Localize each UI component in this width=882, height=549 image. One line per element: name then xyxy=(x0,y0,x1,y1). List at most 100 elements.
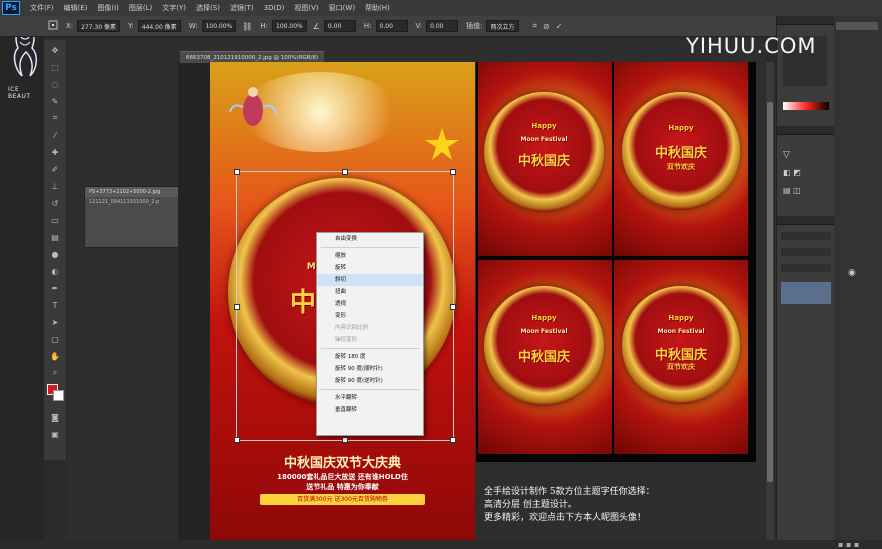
transform-handle-bottom[interactable] xyxy=(342,437,348,443)
transform-handle-tr[interactable] xyxy=(450,169,456,175)
w-label: W: xyxy=(188,22,198,30)
logo-text: ICE BEAUT xyxy=(8,86,31,100)
lasso-icon[interactable]: ◌ xyxy=(48,77,62,91)
h-field[interactable]: 100.00% xyxy=(272,20,307,32)
menu-rotate[interactable]: 旋转 xyxy=(317,262,423,274)
interp-select[interactable]: 两次立方 xyxy=(486,20,519,32)
screen-mode-icon[interactable]: ▣ xyxy=(48,427,62,441)
menu-scale[interactable]: 缩放 xyxy=(317,250,423,262)
x-label: X: xyxy=(66,22,74,30)
eyedropper-icon[interactable]: ⁄ xyxy=(48,128,62,142)
transform-handle-top[interactable] xyxy=(342,169,348,175)
x-field[interactable]: 277.30 像素 xyxy=(77,20,121,32)
menu-edit[interactable]: 编辑(E) xyxy=(64,3,88,13)
menu-view[interactable]: 视图(V) xyxy=(294,3,318,13)
layers-blend-mode[interactable] xyxy=(781,232,831,240)
blur-icon[interactable]: ● xyxy=(48,247,62,261)
curves-icon[interactable]: ▤ ◫ xyxy=(783,186,801,195)
thumb-coin: Happy Moon Festival 中秋国庆 xyxy=(484,286,604,406)
pen-icon[interactable]: ✒ xyxy=(48,281,62,295)
quick-select-icon[interactable]: ✎ xyxy=(48,94,62,108)
zoom-icon[interactable]: ⌕ xyxy=(48,366,62,380)
transform-handle-tl[interactable] xyxy=(234,169,240,175)
menu-skew[interactable]: 斜切 xyxy=(317,274,423,286)
stamp-icon[interactable]: ⊥ xyxy=(48,179,62,193)
menu-help[interactable]: 帮助(H) xyxy=(365,3,390,13)
dodge-icon[interactable]: ◐ xyxy=(48,264,62,278)
panel-header xyxy=(777,16,835,25)
panel-header xyxy=(777,126,835,135)
layers-opacity[interactable] xyxy=(781,248,831,256)
thumb-main: 中秋国庆 xyxy=(517,350,570,365)
transform-handle-left[interactable] xyxy=(234,304,240,310)
w-field[interactable]: 100.00% xyxy=(201,20,237,32)
vertical-scrollbar[interactable] xyxy=(766,62,774,540)
reference-point-icon[interactable] xyxy=(48,20,58,32)
poster-title: 中秋国庆双节大庆典 xyxy=(283,456,401,471)
transform-handle-br[interactable] xyxy=(450,437,456,443)
cancel-icon[interactable]: ⊘ xyxy=(543,22,550,31)
gradient-icon[interactable]: ▤ xyxy=(48,230,62,244)
floating-document-window[interactable]: PS+3773+2102+5000-2.jpg 121121_094111931… xyxy=(84,186,180,248)
healing-icon[interactable]: ✚ xyxy=(48,145,62,159)
photoshop-logo: Ps xyxy=(2,1,20,15)
adjustment-icon[interactable]: ▽ xyxy=(783,150,790,160)
menu-layer[interactable]: 图层(L) xyxy=(129,3,152,13)
menu-file[interactable]: 文件(F) xyxy=(30,3,54,13)
menu-perspective[interactable]: 透视 xyxy=(317,298,423,310)
commit-icon[interactable]: ✓ xyxy=(556,22,563,31)
crop-icon[interactable]: ⌗ xyxy=(48,111,62,125)
menu-distort[interactable]: 扭曲 xyxy=(317,286,423,298)
transform-handle-right[interactable] xyxy=(450,304,456,310)
thumb-main: 中秋国庆 xyxy=(517,154,570,169)
angle-field[interactable]: 0.00 xyxy=(323,20,356,32)
menu-3d[interactable]: 3D(D) xyxy=(264,4,285,12)
menu-rotate-90-cw[interactable]: 旋转 90 度(顺时针) xyxy=(317,363,423,375)
menu-free-transform[interactable]: 自由变换 xyxy=(317,233,423,245)
background-color[interactable] xyxy=(53,390,64,401)
menu-flip-vertical[interactable]: 垂直翻转 xyxy=(317,404,423,416)
color-swatches[interactable] xyxy=(47,384,64,406)
interp-label: 插值: xyxy=(466,22,483,30)
menu-window[interactable]: 窗口(W) xyxy=(329,3,355,13)
menu-image[interactable]: 图像(I) xyxy=(97,3,119,13)
warp-icon[interactable]: ⌗ xyxy=(533,21,538,31)
path-select-icon[interactable]: ➤ xyxy=(48,315,62,329)
link-icon[interactable]: ⛓ xyxy=(242,22,252,31)
workspace-select[interactable] xyxy=(836,22,878,30)
scrollbar-thumb[interactable] xyxy=(767,102,773,482)
menu-select[interactable]: 选择(S) xyxy=(196,3,220,13)
menu-rotate-90-ccw[interactable]: 旋转 90 度(逆时针) xyxy=(317,375,423,387)
color-ramp[interactable] xyxy=(783,102,829,110)
brush-icon[interactable]: ✐ xyxy=(48,162,62,176)
vskew-field[interactable]: 0.00 xyxy=(426,20,459,32)
right-panel-dock: ◉ ▪ ▪ ▪ xyxy=(834,16,882,549)
hskew-field[interactable]: 0.00 xyxy=(375,20,408,32)
type-icon[interactable]: T xyxy=(48,298,62,312)
poster-line1: 180000套礼品巨大放送 还有谁HOLD住 xyxy=(277,473,408,481)
thumbnail-grid: Happy Moon Festival 中秋国庆 Happy 中秋国庆 双节欢庆… xyxy=(476,62,756,462)
thumb-happy: Happy xyxy=(531,122,557,130)
eraser-icon[interactable]: ▭ xyxy=(48,213,62,227)
levels-icon[interactable]: ◧ ◩ xyxy=(783,168,801,177)
eye-icon[interactable]: ◉ xyxy=(848,268,856,278)
shape-icon[interactable]: ▢ xyxy=(48,332,62,346)
move-icon[interactable]: ✥ xyxy=(48,43,62,57)
transform-handle-bl[interactable] xyxy=(234,437,240,443)
menu-rotate-180[interactable]: 旋转 180 度 xyxy=(317,351,423,363)
marquee-icon[interactable]: ⬚ xyxy=(48,60,62,74)
layer-row-selected[interactable] xyxy=(781,282,831,304)
trash-icon[interactable]: ▪ ▪ ▪ xyxy=(838,540,859,549)
fairy-figure xyxy=(229,87,277,126)
y-field[interactable]: 444.00 像素 xyxy=(137,20,181,32)
hand-icon[interactable]: ✋ xyxy=(48,349,62,363)
history-brush-icon[interactable]: ↺ xyxy=(48,196,62,210)
menu-warp[interactable]: 变形 xyxy=(317,310,423,322)
quick-mask-icon[interactable]: ◙ xyxy=(48,410,62,424)
menu-filter[interactable]: 滤镜(T) xyxy=(230,3,254,13)
menu-flip-horizontal[interactable]: 水平翻转 xyxy=(317,392,423,404)
watermark: YIHUU.COM xyxy=(686,34,817,58)
layers-fill[interactable] xyxy=(781,264,831,272)
menu-type[interactable]: 文字(Y) xyxy=(162,3,186,13)
floating-window-title[interactable]: PS+3773+2102+5000-2.jpg xyxy=(85,187,179,197)
